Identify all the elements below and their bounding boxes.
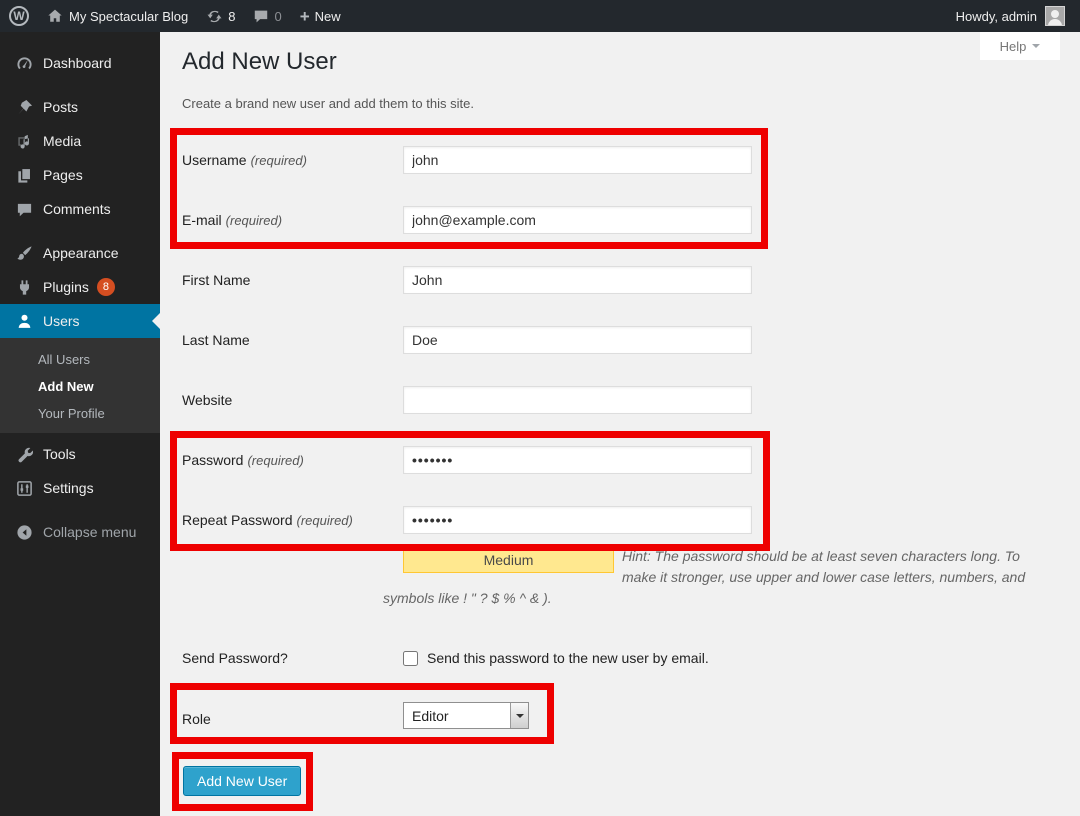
sidebar-item-settings[interactable]: Settings	[0, 471, 160, 505]
comment-count: 0	[274, 9, 281, 24]
settings-sliders-icon	[14, 480, 34, 497]
comments-icon	[14, 201, 34, 218]
chevron-down-icon	[1032, 44, 1040, 52]
updates-button[interactable]: 8	[197, 0, 244, 32]
chevron-down-icon	[516, 714, 524, 722]
send-password-label: Send Password?	[182, 650, 288, 666]
email-input[interactable]	[403, 206, 752, 234]
sidebar-item-pages[interactable]: Pages	[0, 158, 160, 192]
site-name-label: My Spectacular Blog	[69, 9, 188, 24]
pages-icon	[14, 167, 34, 184]
collapse-arrow-icon	[14, 524, 34, 541]
users-icon	[14, 313, 34, 330]
username-label: Username(required)	[182, 152, 307, 168]
role-select[interactable]: Editor	[403, 702, 529, 729]
select-dropdown-button[interactable]	[510, 703, 528, 728]
updates-icon	[206, 8, 223, 25]
first-name-input[interactable]	[403, 266, 752, 294]
sidebar-item-label: Appearance	[43, 245, 119, 261]
pushpin-icon	[14, 99, 34, 116]
add-new-user-button[interactable]: Add New User	[183, 766, 301, 796]
sidebar-item-dashboard[interactable]: Dashboard	[0, 46, 160, 80]
sidebar-item-label: Users	[43, 313, 80, 329]
password-input[interactable]	[403, 446, 752, 474]
plugins-update-badge: 8	[97, 278, 115, 296]
comments-button[interactable]: 0	[244, 0, 290, 32]
role-label: Role	[182, 711, 211, 727]
sidebar-item-label: Posts	[43, 99, 78, 115]
sidebar-item-appearance[interactable]: Appearance	[0, 236, 160, 270]
new-content-button[interactable]: + New	[291, 0, 350, 32]
password-label: Password(required)	[182, 452, 304, 468]
content-area: Help Add New User Create a brand new use…	[160, 32, 1080, 816]
admin-bar: W My Spectacular Blog 8 0 + Ne	[0, 0, 1080, 32]
sidebar-item-label: Dashboard	[43, 55, 112, 71]
repeat-password-input[interactable]	[403, 506, 752, 534]
submenu-item-all-users[interactable]: All Users	[0, 346, 160, 373]
dashboard-icon	[14, 55, 34, 72]
send-password-checkbox-label: Send this password to the new user by em…	[427, 650, 709, 666]
plugin-icon	[14, 279, 34, 296]
plus-icon: +	[300, 8, 310, 25]
sidebar-item-comments[interactable]: Comments	[0, 192, 160, 226]
sidebar-item-label: Media	[43, 133, 81, 149]
account-menu[interactable]: Howdy, admin	[947, 0, 1074, 32]
last-name-input[interactable]	[403, 326, 752, 354]
username-input[interactable]	[403, 146, 752, 174]
role-selected-value: Editor	[404, 703, 510, 728]
media-icon	[14, 133, 34, 150]
submenu-item-add-new[interactable]: Add New	[0, 373, 160, 400]
appearance-brush-icon	[14, 245, 34, 262]
page-title: Add New User	[182, 48, 337, 76]
sidebar-item-label: Comments	[43, 201, 111, 217]
site-name-button[interactable]: My Spectacular Blog	[38, 0, 197, 32]
send-password-checkbox[interactable]	[403, 651, 418, 666]
update-count: 8	[228, 9, 235, 24]
current-menu-arrow-icon	[152, 313, 160, 329]
home-icon	[47, 8, 63, 24]
submenu-item-your-profile[interactable]: Your Profile	[0, 400, 160, 427]
sidebar-item-plugins[interactable]: Plugins 8	[0, 270, 160, 304]
website-input[interactable]	[403, 386, 752, 414]
sidebar-item-posts[interactable]: Posts	[0, 90, 160, 124]
website-label: Website	[182, 392, 232, 408]
sidebar-item-media[interactable]: Media	[0, 124, 160, 158]
email-label: E-mail(required)	[182, 212, 282, 228]
help-tab-button[interactable]: Help	[980, 32, 1060, 60]
collapse-menu-button[interactable]: Collapse menu	[0, 515, 160, 549]
password-strength-meter: Medium	[403, 548, 614, 573]
page-subtitle: Create a brand new user and add them to …	[182, 96, 474, 111]
avatar	[1045, 6, 1065, 26]
last-name-label: Last Name	[182, 332, 250, 348]
tools-wrench-icon	[14, 446, 34, 463]
wordpress-logo-icon: W	[9, 6, 29, 26]
sidebar-item-label: Tools	[43, 446, 76, 462]
sidebar-item-tools[interactable]: Tools	[0, 437, 160, 471]
password-hint-block: Medium Hint: The password should be at l…	[383, 546, 1035, 609]
comment-bubble-icon	[253, 8, 269, 24]
first-name-label: First Name	[182, 272, 250, 288]
sidebar-item-users[interactable]: Users	[0, 304, 160, 338]
wp-logo-button[interactable]: W	[0, 0, 38, 32]
sidebar-item-label: Collapse menu	[43, 524, 136, 540]
sidebar-item-label: Plugins	[43, 279, 89, 295]
sidebar-item-label: Settings	[43, 480, 94, 496]
new-label: New	[315, 9, 341, 24]
users-submenu: All Users Add New Your Profile	[0, 338, 160, 433]
admin-menu: Dashboard Posts Media Pages Comments App…	[0, 32, 160, 816]
repeat-password-label: Repeat Password(required)	[182, 512, 353, 528]
howdy-text: Howdy, admin	[956, 9, 1037, 24]
sidebar-item-label: Pages	[43, 167, 83, 183]
help-label: Help	[1000, 39, 1027, 54]
